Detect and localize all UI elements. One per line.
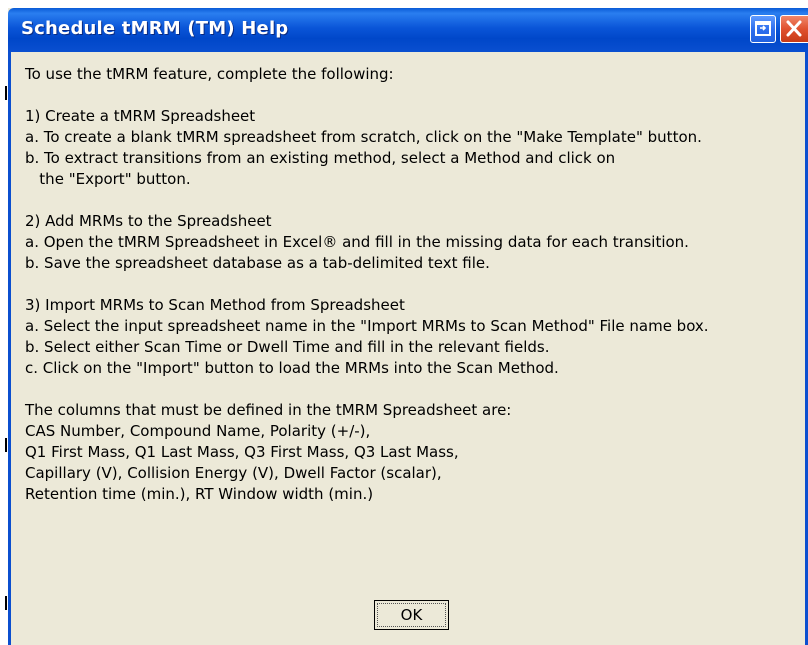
section1-step-b-cont: the "Export" button. <box>25 170 191 188</box>
section3-step-c: c. Click on the "Import" button to load … <box>25 359 559 377</box>
columns-line: Capillary (V), Collision Energy (V), Dwe… <box>25 464 442 482</box>
section3-heading: 3) Import MRMs to Scan Method from Sprea… <box>25 296 405 314</box>
section2-step-b: b. Save the spreadsheet database as a ta… <box>25 254 490 272</box>
section2-step-a: a. Open the tMRM Spreadsheet in Excel® a… <box>25 233 689 251</box>
restore-icon <box>755 21 771 36</box>
section3-step-b: b. Select either Scan Time or Dwell Time… <box>25 338 550 356</box>
section1-step-b: b. To extract transitions from an existi… <box>25 149 616 167</box>
edge-mark <box>5 438 7 452</box>
columns-line: CAS Number, Compound Name, Polarity (+/-… <box>25 422 371 440</box>
title-bar[interactable]: Schedule tMRM (TM) Help <box>8 8 808 52</box>
columns-line: Retention time (min.), RT Window width (… <box>25 485 374 503</box>
window-title: Schedule tMRM (TM) Help <box>21 18 289 39</box>
screen: Schedule tMRM (TM) Help To use the tMRM … <box>0 0 808 645</box>
columns-heading: The columns that must be defined in the … <box>25 401 512 419</box>
section3-step-a: a. Select the input spreadsheet name in … <box>25 317 709 335</box>
help-text: To use the tMRM feature, complete the fo… <box>25 64 801 505</box>
background-edge <box>0 0 8 645</box>
section1-step-a: a. To create a blank tMRM spreadsheet fr… <box>25 128 702 146</box>
section2-heading: 2) Add MRMs to the Spreadsheet <box>25 212 272 230</box>
ok-button[interactable]: OK <box>374 600 449 630</box>
edge-mark <box>5 86 7 100</box>
section1-heading: 1) Create a tMRM Spreadsheet <box>25 107 256 125</box>
restore-button[interactable] <box>750 15 776 43</box>
edge-mark <box>5 596 7 610</box>
columns-line: Q1 First Mass, Q1 Last Mass, Q3 First Ma… <box>25 443 459 461</box>
help-dialog: Schedule tMRM (TM) Help To use the tMRM … <box>8 8 808 645</box>
close-icon <box>786 20 802 37</box>
window-frame-left <box>8 52 11 645</box>
intro-text: To use the tMRM feature, complete the fo… <box>25 65 394 83</box>
close-button[interactable] <box>780 15 808 43</box>
